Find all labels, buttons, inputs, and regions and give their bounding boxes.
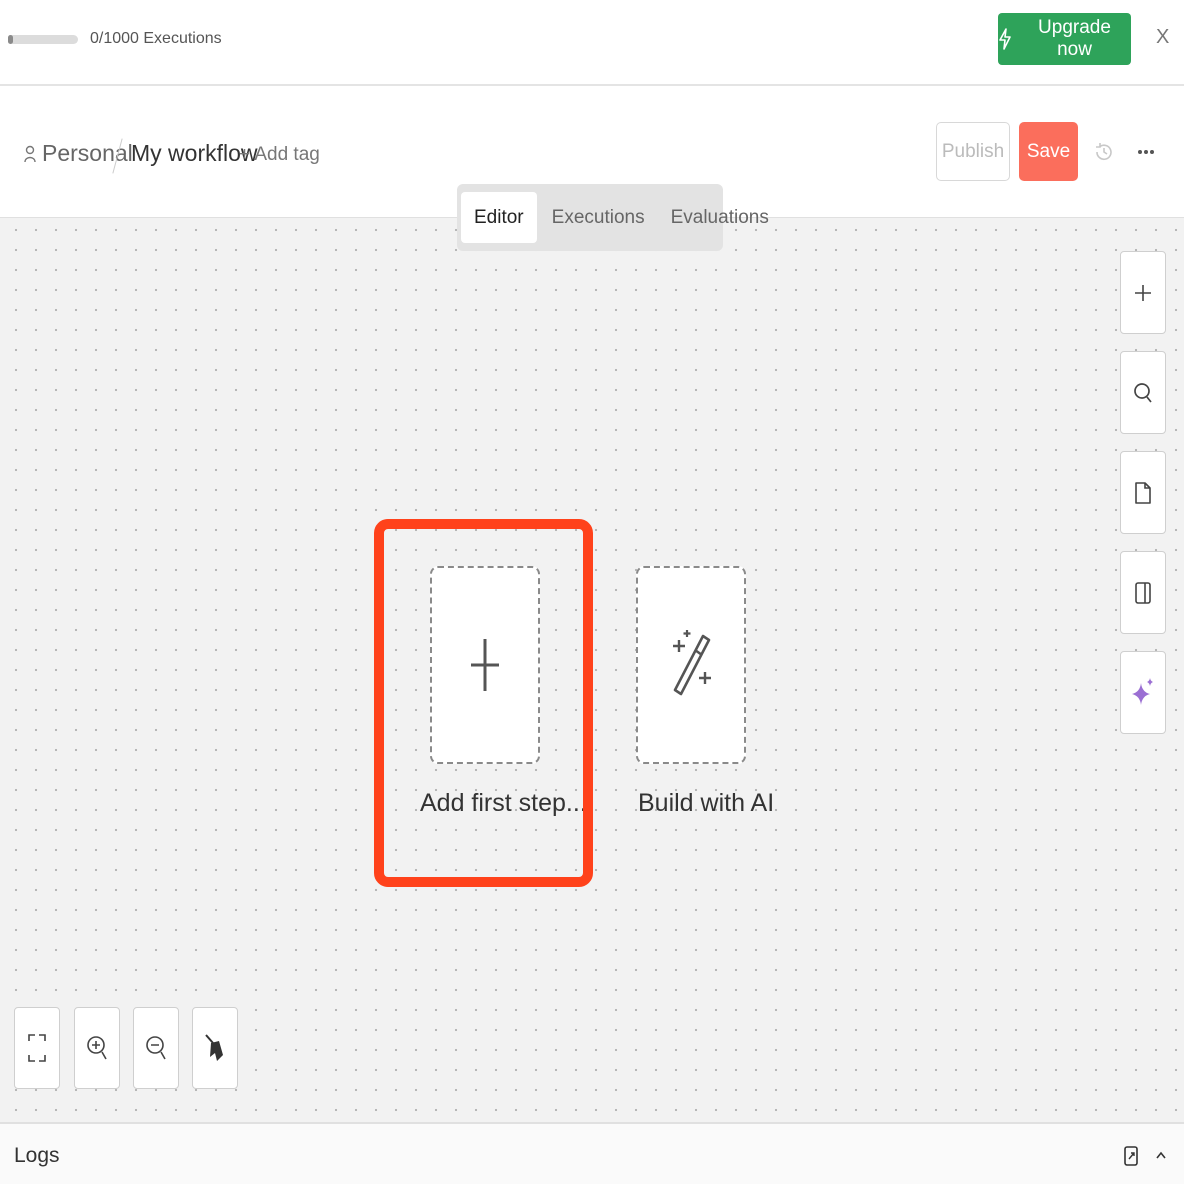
fit-view-icon xyxy=(28,1034,46,1062)
usage-banner: 0/1000 Executions Upgrade now X xyxy=(0,0,1184,86)
clean-up-icon xyxy=(205,1034,223,1061)
tidy-up-button[interactable] xyxy=(192,1007,238,1089)
tab-evaluations[interactable]: Evaluations xyxy=(660,192,780,243)
logs-panel[interactable]: Logs xyxy=(0,1122,1184,1184)
add-tag-button[interactable]: + Add tag xyxy=(239,144,320,166)
executions-count-text: 0/1000 Executions xyxy=(90,30,222,47)
zoom-out-icon xyxy=(146,1036,166,1060)
popout-icon[interactable] xyxy=(1124,1144,1140,1168)
zoom-in-icon xyxy=(87,1036,107,1060)
view-tabs: Editor Executions Evaluations xyxy=(457,184,769,251)
upgrade-now-label: Upgrade now xyxy=(1038,17,1111,60)
add-node-button[interactable] xyxy=(1120,251,1166,334)
build-with-ai-node[interactable] xyxy=(636,566,746,764)
search-nodes-button[interactable] xyxy=(1120,351,1166,434)
workflow-canvas[interactable]: Add first step... Build with AI xyxy=(0,218,1184,1122)
executions-progress-bar xyxy=(8,35,78,44)
panel-icon xyxy=(1135,581,1151,604)
lightning-icon xyxy=(999,28,1011,50)
add-sticky-note-button[interactable] xyxy=(1120,451,1166,534)
publish-button[interactable]: Publish xyxy=(936,122,1010,181)
zoom-in-button[interactable] xyxy=(74,1007,120,1089)
close-banner-button[interactable]: X xyxy=(1156,26,1169,49)
document-icon xyxy=(1135,481,1151,504)
tab-executions[interactable]: Executions xyxy=(541,192,656,243)
upgrade-now-button[interactable]: Upgrade now xyxy=(998,13,1131,65)
search-icon xyxy=(1134,382,1152,403)
more-options-icon[interactable] xyxy=(1136,140,1158,164)
sparkle-icon xyxy=(1132,677,1153,705)
save-button[interactable]: Save xyxy=(1019,122,1078,181)
highlight-box xyxy=(374,519,593,887)
plus-icon xyxy=(1135,284,1151,301)
chevron-up-icon[interactable] xyxy=(1154,1148,1168,1162)
build-with-ai-label: Build with AI xyxy=(638,789,775,817)
tab-editor[interactable]: Editor xyxy=(461,192,537,243)
magic-wand-icon xyxy=(673,630,711,696)
toggle-panel-button[interactable] xyxy=(1120,551,1166,634)
ai-assistant-button[interactable] xyxy=(1120,651,1166,734)
zoom-out-button[interactable] xyxy=(133,1007,179,1089)
executions-progress-fill xyxy=(8,35,13,44)
logs-label: Logs xyxy=(14,1144,60,1167)
history-icon[interactable] xyxy=(1092,140,1116,164)
user-icon xyxy=(24,145,36,162)
fit-view-button[interactable] xyxy=(14,1007,60,1089)
